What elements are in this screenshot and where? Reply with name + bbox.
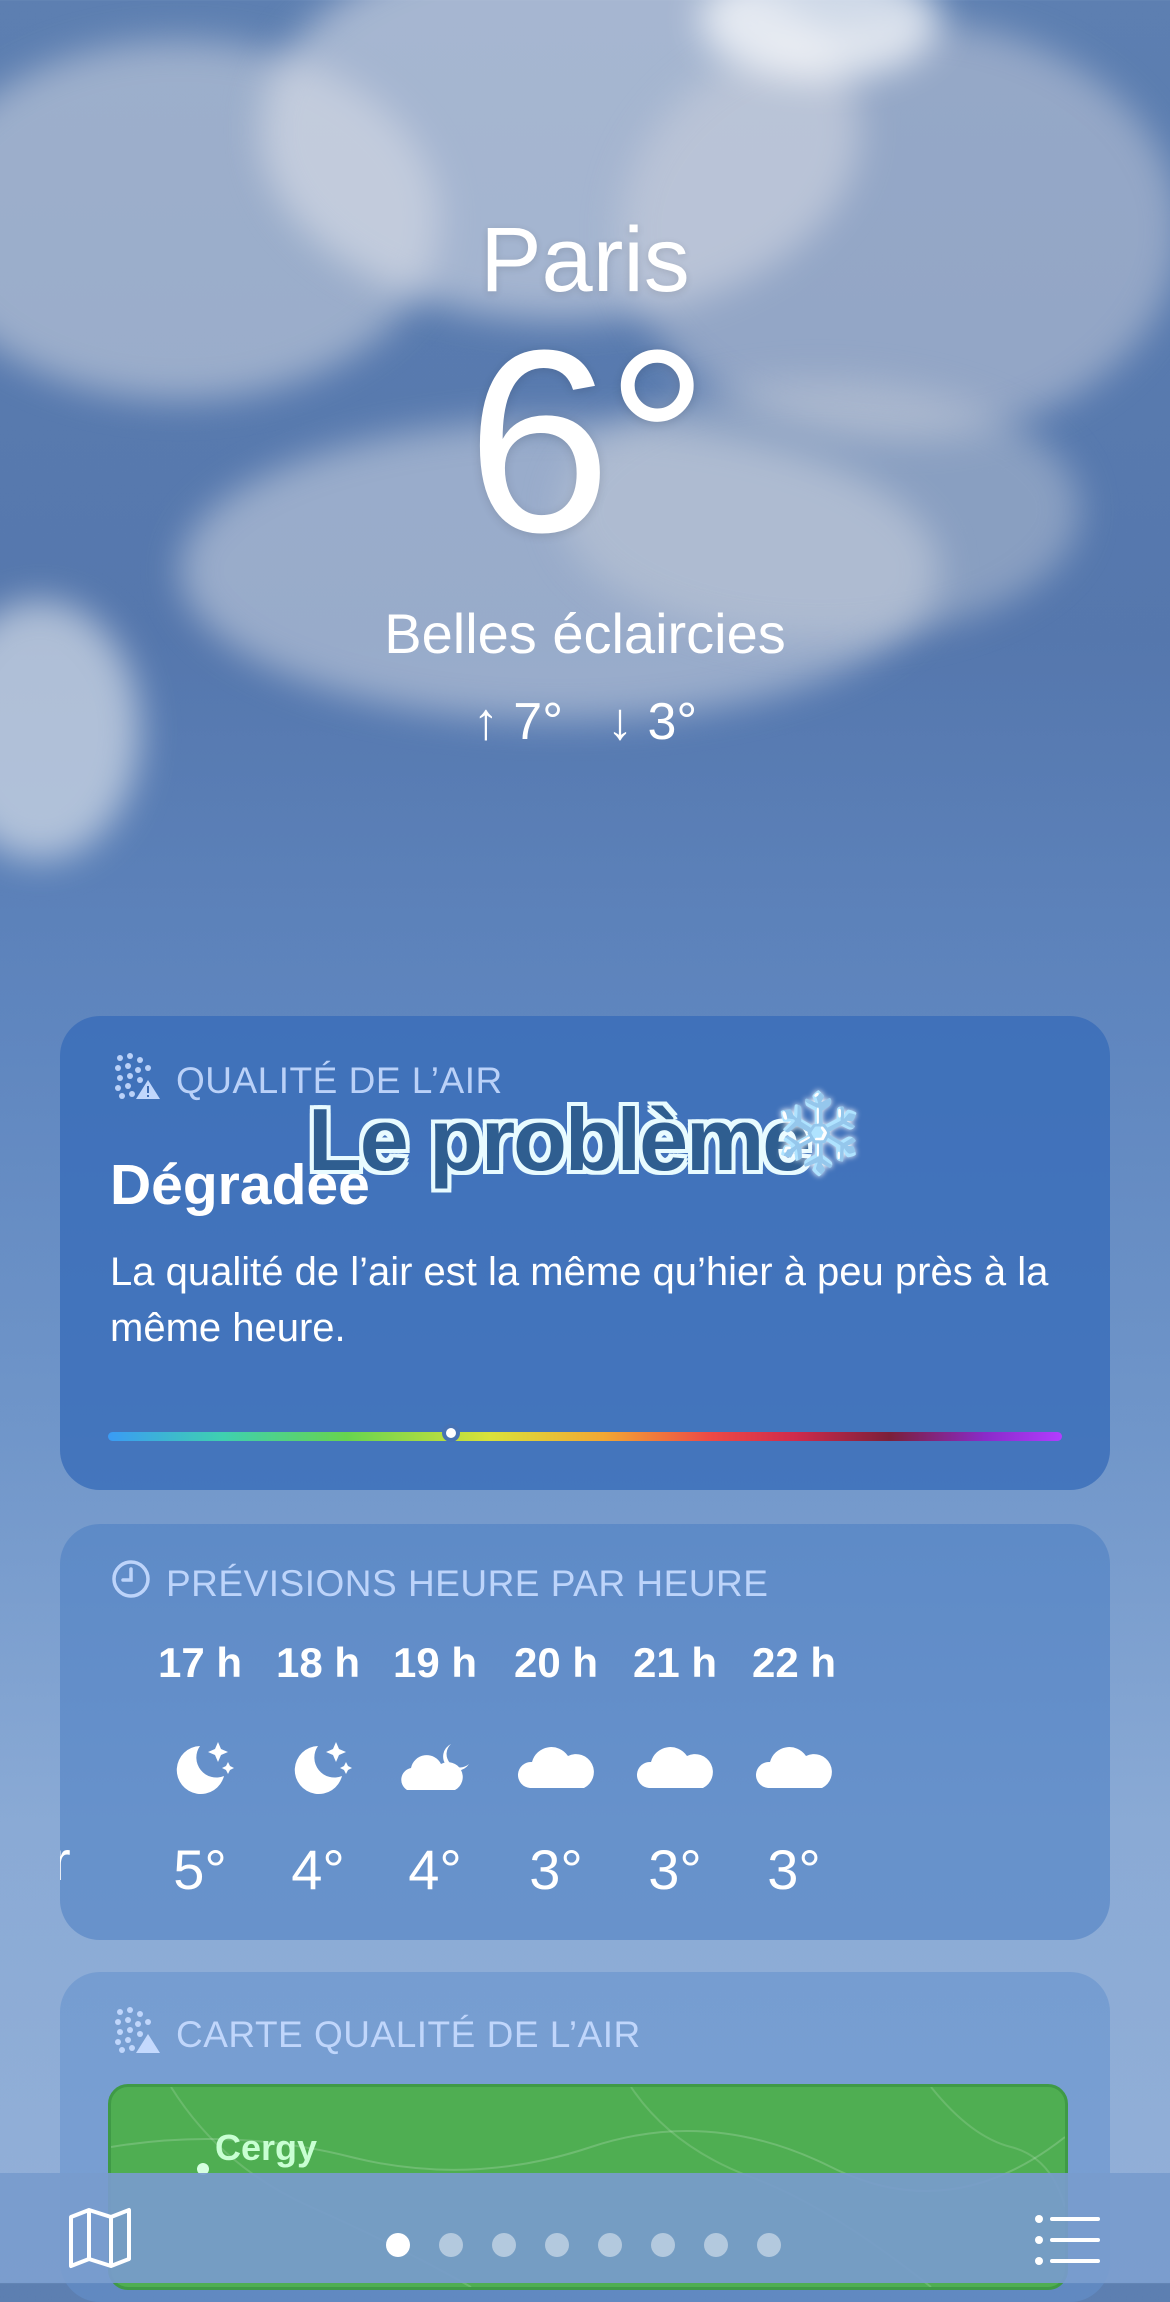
current-weather: Paris 6° Belles éclaircies ↑ 7° ↓ 3° bbox=[0, 200, 1170, 748]
cloud-icon bbox=[714, 1728, 874, 1808]
page-dot[interactable] bbox=[757, 2233, 781, 2257]
low-temperature: ↓ 3° bbox=[607, 693, 698, 751]
page-dot[interactable] bbox=[704, 2233, 728, 2257]
hourly-forecast-title: PRÉVISIONS HEURE PAR HEURE bbox=[166, 1562, 769, 1604]
weather-condition: Belles éclaircies bbox=[384, 602, 786, 665]
page-dot[interactable] bbox=[439, 2233, 463, 2257]
hour-time: 22 h bbox=[751, 1639, 837, 1686]
air-quality-icon bbox=[112, 2006, 162, 2063]
page-indicator[interactable] bbox=[386, 2233, 781, 2257]
caption-overlay: Le problème bbox=[308, 1090, 811, 1189]
hour-temperature: 3° bbox=[767, 1838, 821, 1901]
city-name: Paris bbox=[480, 209, 690, 311]
page-dot[interactable] bbox=[651, 2233, 675, 2257]
air-quality-scale bbox=[108, 1432, 1062, 1441]
high-temperature: ↑ 7° bbox=[472, 693, 563, 751]
map-city-label: Cergy bbox=[215, 2127, 318, 2168]
air-quality-icon bbox=[112, 1052, 162, 1109]
scrolled-fragment: r bbox=[60, 1829, 71, 1892]
air-quality-map-title: CARTE QUALITÉ DE L’AIR bbox=[176, 2013, 641, 2055]
page-dot[interactable] bbox=[545, 2233, 569, 2257]
hourly-forecast-card[interactable]: PRÉVISIONS HEURE PAR HEURE r 17 h 5° 18 … bbox=[60, 1524, 1110, 1940]
high-low-temperatures: ↑ 7° ↓ 3° bbox=[0, 696, 1170, 748]
page-dot[interactable] bbox=[492, 2233, 516, 2257]
page-dot[interactable] bbox=[598, 2233, 622, 2257]
air-quality-map-header: CARTE QUALITÉ DE L’AIR bbox=[112, 2006, 641, 2063]
air-quality-card[interactable]: QUALITÉ DE L’AIR Dégradée La qualité de … bbox=[60, 1016, 1110, 1490]
clock-icon bbox=[110, 1558, 152, 1609]
hour-item[interactable]: 22 h 3° bbox=[714, 1642, 874, 1898]
map-icon[interactable] bbox=[68, 2207, 132, 2269]
snowflake-icon: ❄️ bbox=[770, 1089, 868, 1177]
air-quality-description: La qualité de l’air est la même qu’hier … bbox=[110, 1250, 1049, 1350]
hourly-forecast-header: PRÉVISIONS HEURE PAR HEURE bbox=[110, 1558, 768, 1609]
list-icon[interactable] bbox=[1034, 2213, 1102, 2267]
page-dot[interactable] bbox=[386, 2233, 410, 2257]
current-temperature: 6° bbox=[466, 297, 710, 587]
bottom-toolbar bbox=[0, 2173, 1170, 2283]
